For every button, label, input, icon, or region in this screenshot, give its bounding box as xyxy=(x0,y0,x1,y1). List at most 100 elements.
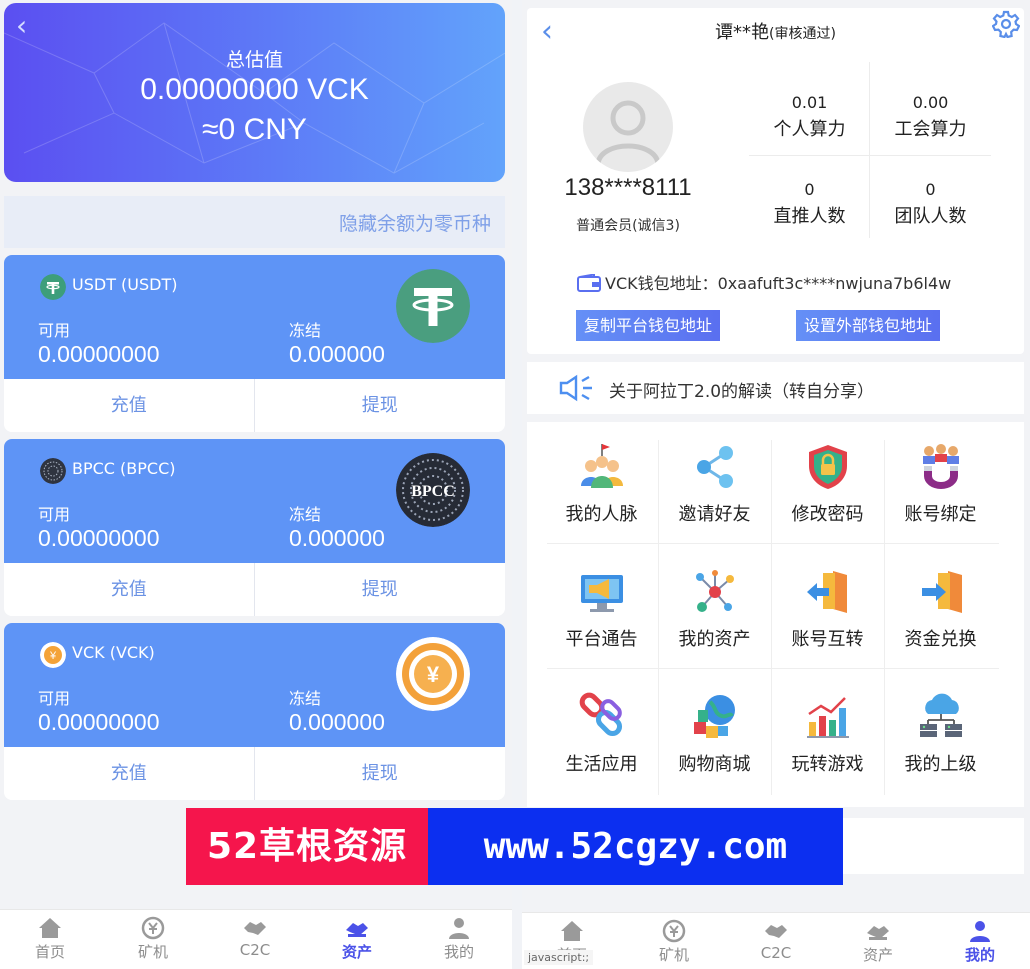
asset-card-actions: 充值 提现 xyxy=(4,563,505,616)
avatar[interactable] xyxy=(583,82,673,172)
stat-label: 直推人数 xyxy=(773,206,846,227)
withdraw-button[interactable]: 提现 xyxy=(255,563,506,616)
grid-item-label: 账号绑定 xyxy=(904,504,977,525)
grid-item-label: 购物商城 xyxy=(678,754,751,775)
handshake-icon xyxy=(244,922,266,935)
tab-c2c[interactable]: C2C xyxy=(726,919,826,962)
asset-card-actions: 充值 提现 xyxy=(4,747,505,800)
share-icon xyxy=(697,446,733,488)
transfer-out-icon xyxy=(807,571,847,613)
grid-item-label: 资金兑换 xyxy=(904,629,977,650)
total-value: 0.00000000 VCK xyxy=(140,73,369,106)
user-icon xyxy=(449,918,469,939)
function-grid: 我的人脉 邀请好友 修改密码 账号绑定 平台通告 我的资产 账号互转 资金兑换 … xyxy=(527,422,1024,807)
stat-value: 0 xyxy=(804,180,815,199)
screenshot-root: ‹ 总估值 0.00000000 VCK ≈0 CNY 隐藏余额为零币种 USD… xyxy=(0,0,1030,969)
stat-value: 0.00 xyxy=(912,93,949,112)
member-level: 普通会员(诚信3) xyxy=(576,218,680,234)
stat-value: 0.01 xyxy=(791,93,828,112)
available-value: 0.00000000 xyxy=(38,709,160,735)
withdraw-button[interactable]: 提现 xyxy=(255,379,506,432)
tab-miner[interactable]: 矿机 xyxy=(624,919,724,965)
grid-item-label: 玩转游戏 xyxy=(791,754,864,775)
shield-lock-icon xyxy=(809,445,847,489)
grid-item-account-transfer[interactable]: 账号互转 xyxy=(771,553,884,678)
tab-label: 资产 xyxy=(862,946,893,964)
stat-team-size: 0 团队人数 xyxy=(870,156,991,244)
grid-item-games[interactable]: 玩转游戏 xyxy=(771,678,884,803)
available-value: 0.00000000 xyxy=(38,525,160,551)
tab-label: C2C xyxy=(239,941,271,959)
network-people-icon xyxy=(581,444,623,488)
grid-item-platform-notice[interactable]: 平台通告 xyxy=(545,553,658,678)
tether-icon xyxy=(396,269,470,343)
tab-home[interactable]: 首页 xyxy=(0,916,100,962)
tab-mine[interactable]: 我的 xyxy=(930,919,1030,965)
grid-item-label: 账号互转 xyxy=(791,629,864,650)
frozen-value: 0.000000 xyxy=(289,709,385,735)
miner-icon xyxy=(141,916,165,940)
notice-bar[interactable]: 关于阿拉丁2.0的解读（转自分享） xyxy=(527,362,1024,414)
grid-item-invite-friends[interactable]: 邀请好友 xyxy=(658,428,771,553)
total-label: 总估值 xyxy=(225,49,283,71)
home-icon xyxy=(39,918,61,938)
stat-label: 团队人数 xyxy=(894,206,967,227)
grid-item-label: 邀请好友 xyxy=(678,504,751,525)
asset-card-usdt: USDT (USDT) 可用 冻结 0.00000000 0.000000 充值… xyxy=(4,255,505,432)
frozen-value: 0.000000 xyxy=(289,341,385,367)
copy-wallet-button[interactable]: 复制平台钱包地址 xyxy=(576,310,721,341)
globe-boxes-icon xyxy=(694,695,735,738)
avatar-placeholder-icon xyxy=(595,100,661,165)
profile-card: ‹ 谭**艳(审核通过) 138****8111 普通会员(诚信3) 0.01 … xyxy=(527,8,1024,354)
asset-card-bpcc: BPCC (BPCC) 可用 冻结 0.00000000 0.000000 BP… xyxy=(4,439,505,616)
grid-item-my-assets[interactable]: 我的资产 xyxy=(658,553,771,678)
grid-item-label: 修改密码 xyxy=(791,504,864,525)
coin-name: BPCC (BPCC) xyxy=(72,459,176,478)
status-link-tooltip: javascript:; xyxy=(524,950,594,965)
tab-c2c[interactable]: C2C xyxy=(205,916,305,959)
frozen-label: 冻结 xyxy=(289,505,322,524)
hide-zero-toggle[interactable]: 隐藏余额为零币种 xyxy=(339,209,491,236)
deposit-button[interactable]: 充值 xyxy=(4,379,255,432)
megaphone-icon xyxy=(581,575,623,612)
tab-mine[interactable]: 我的 xyxy=(409,916,509,962)
grid-item-fund-exchange[interactable]: 资金兑换 xyxy=(884,553,997,678)
deposit-button[interactable]: 充值 xyxy=(4,563,255,616)
review-status: (审核通过) xyxy=(769,26,836,42)
back-chevron-icon[interactable]: ‹ xyxy=(16,11,27,41)
tab-label: 资产 xyxy=(341,943,372,961)
gear-icon[interactable] xyxy=(992,10,1020,38)
set-external-wallet-button[interactable]: 设置外部钱包地址 xyxy=(796,310,941,341)
user-name: 谭**艳 xyxy=(715,22,770,43)
total-cny: ≈0 CNY xyxy=(202,113,307,146)
stats-grid: 0.01 个人算力 0.00 工会算力 0 直推人数 0 团队人数 xyxy=(749,62,991,238)
bar-chart-icon xyxy=(807,697,849,738)
tab-assets[interactable]: 资产 xyxy=(828,919,928,965)
coin-name: VCK (VCK) xyxy=(72,643,155,662)
grid-item-label: 我的资产 xyxy=(678,629,751,650)
grid-item-label: 平台通告 xyxy=(565,629,638,650)
grid-item-my-superior[interactable]: 我的上级 xyxy=(884,678,997,803)
available-label: 可用 xyxy=(38,505,71,524)
asset-card-header: USDT (USDT) 可用 冻结 0.00000000 0.000000 xyxy=(4,255,505,379)
grid-item-life-apps[interactable]: 生活应用 xyxy=(545,678,658,803)
asset-card-vck: ¥ VCK (VCK) 可用 冻结 0.00000000 0.000000 ¥ … xyxy=(4,623,505,800)
user-icon xyxy=(970,921,990,942)
tab-label: 矿机 xyxy=(658,946,689,964)
miner-icon xyxy=(662,919,686,943)
stat-personal-power: 0.01 个人算力 xyxy=(749,62,870,150)
tab-assets[interactable]: 资产 xyxy=(307,916,407,962)
withdraw-button[interactable]: 提现 xyxy=(255,747,506,800)
deposit-button[interactable]: 充值 xyxy=(4,747,255,800)
stat-value: 0 xyxy=(925,180,936,199)
grid-item-change-password[interactable]: 修改密码 xyxy=(771,428,884,553)
grid-item-my-network[interactable]: 我的人脉 xyxy=(545,428,658,553)
tab-miner[interactable]: 矿机 xyxy=(103,916,203,962)
stat-label: 个人算力 xyxy=(773,119,846,140)
tether-small-icon xyxy=(40,274,66,300)
grid-item-shopping-mall[interactable]: 购物商城 xyxy=(658,678,771,803)
cloud-server-icon xyxy=(920,693,962,737)
grid-item-label: 生活应用 xyxy=(565,754,638,775)
molecule-icon xyxy=(696,570,734,612)
grid-item-account-binding[interactable]: 账号绑定 xyxy=(884,428,997,553)
